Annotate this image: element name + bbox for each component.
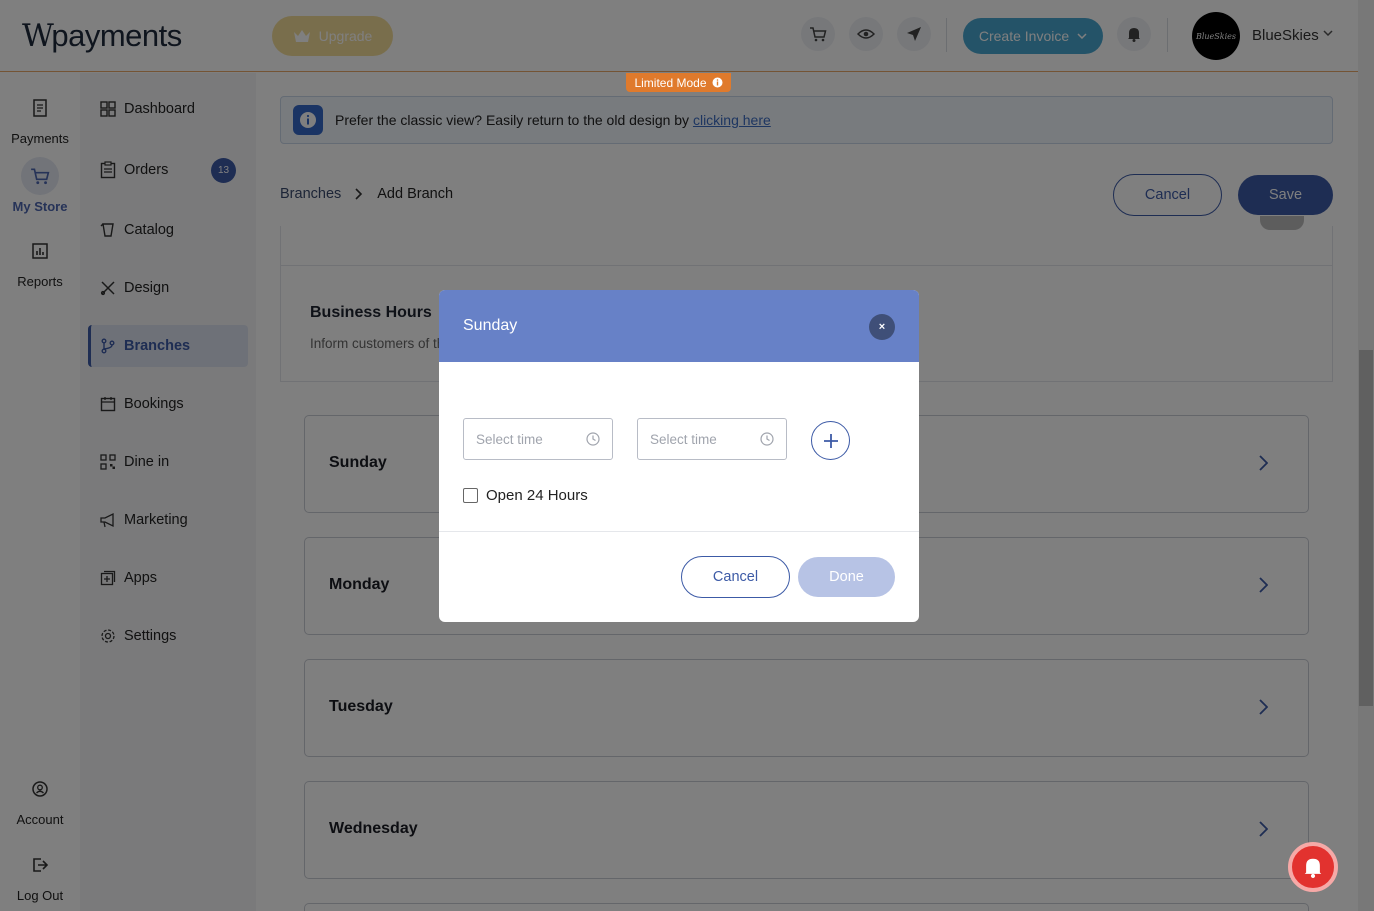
modal-done-button[interactable]: Done (798, 557, 895, 597)
end-time-input[interactable]: Select time (637, 418, 787, 460)
notification-fab[interactable] (1288, 842, 1338, 892)
clock-icon (586, 432, 600, 446)
close-button[interactable]: × (869, 314, 895, 340)
start-time-placeholder: Select time (476, 431, 543, 447)
modal-header: Sunday × (439, 290, 919, 362)
start-time-input[interactable]: Select time (463, 418, 613, 460)
end-time-placeholder: Select time (650, 431, 717, 447)
hours-modal: Sunday × Select time Select time Open 24… (439, 290, 919, 622)
add-time-slot-button[interactable] (811, 421, 850, 460)
open-24-hours-row[interactable]: Open 24 Hours (463, 487, 588, 504)
open-24-hours-checkbox[interactable] (463, 488, 478, 503)
bell-icon (1304, 858, 1322, 878)
modal-divider (439, 531, 919, 532)
limited-mode-label: Limited Mode (634, 75, 707, 90)
limited-mode-badge[interactable]: Limited Mode (626, 73, 731, 92)
info-icon (712, 77, 723, 88)
plus-icon (823, 433, 838, 448)
clock-icon (760, 432, 774, 446)
modal-title: Sunday (463, 317, 518, 334)
open-24-hours-label: Open 24 Hours (486, 487, 588, 504)
close-icon: × (878, 321, 886, 333)
modal-cancel-button[interactable]: Cancel (681, 556, 790, 598)
